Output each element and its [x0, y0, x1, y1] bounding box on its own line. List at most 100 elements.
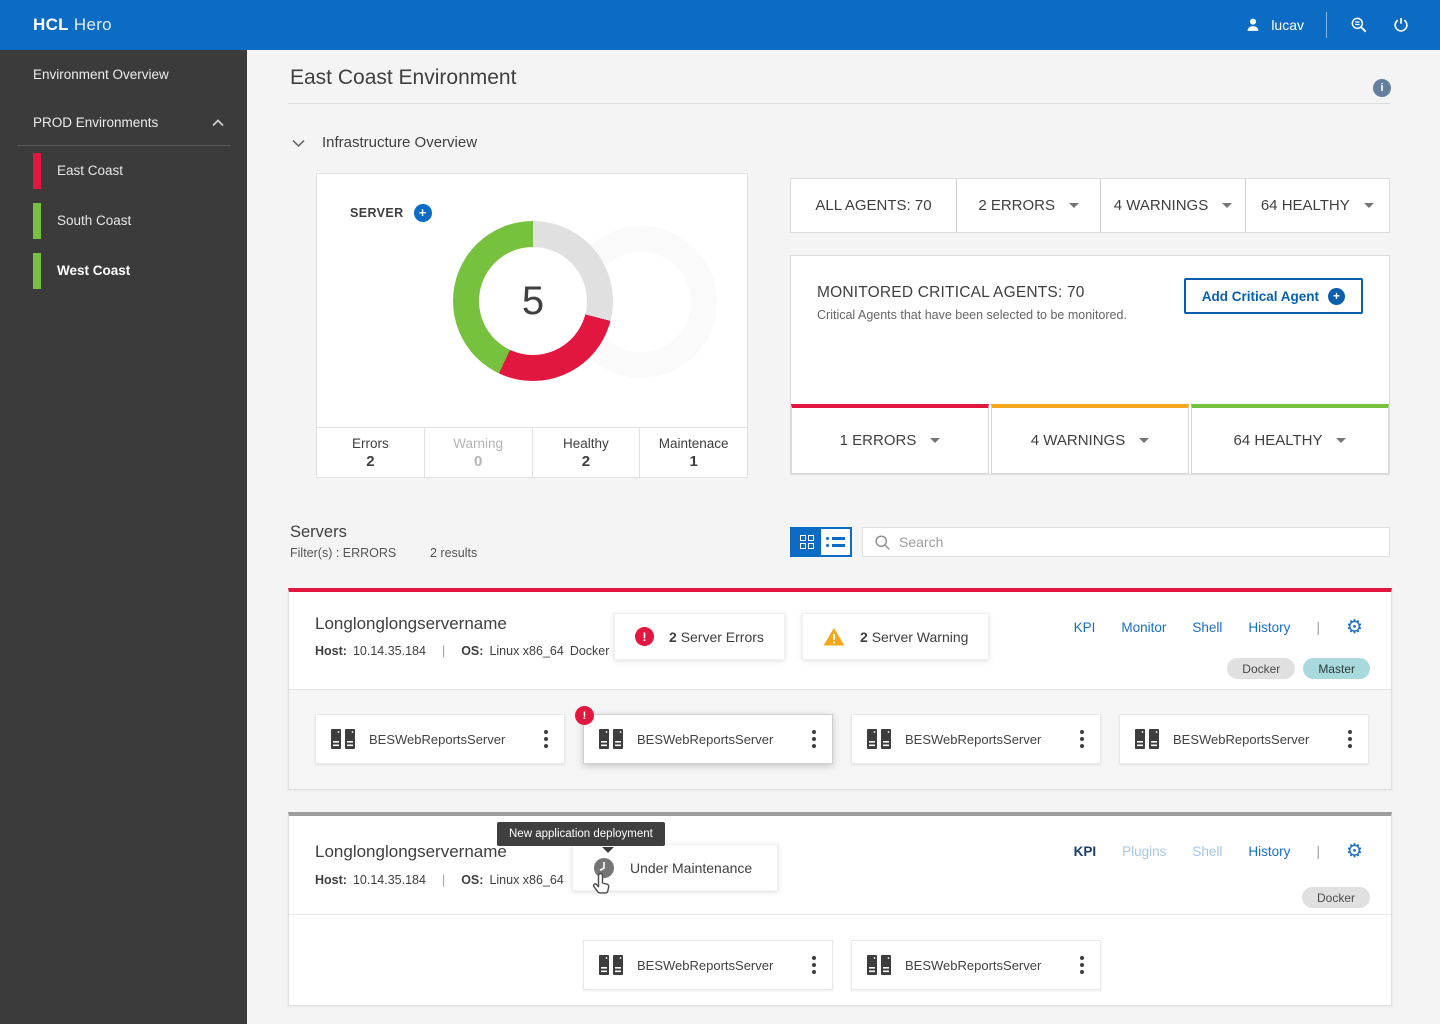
warning-triangle-icon — [823, 628, 845, 646]
agents-warnings-dropdown[interactable]: 4 WARNINGS — [1100, 179, 1244, 232]
list-view-icon — [826, 537, 845, 547]
caret-down-icon — [1069, 203, 1079, 208]
kebab-menu-icon[interactable] — [810, 726, 818, 752]
agent-tile[interactable]: BESWebReportsServer — [315, 714, 565, 764]
agent-tile[interactable]: BESWebReportsServer — [1119, 714, 1369, 764]
monitored-warnings-dropdown[interactable]: 4 WARNINGS — [991, 404, 1189, 474]
server-donut[interactable]: 5 — [453, 221, 613, 381]
sidebar-item-south-coast[interactable]: South Coast — [0, 196, 247, 246]
warning-count: 2 — [860, 628, 868, 645]
top-navbar: HCL Hero lucav — [0, 0, 1440, 50]
chip-text: 2 Server Warning — [860, 629, 968, 645]
servers-section-title: Servers — [290, 523, 347, 541]
brand-light: Hero — [73, 15, 112, 34]
legend-value: 2 — [366, 452, 375, 470]
server-errors-chip[interactable]: ! 2 Server Errors — [614, 613, 785, 660]
server-rack-icon — [599, 955, 623, 975]
sidebar-item-east-coast[interactable]: East Coast — [0, 146, 247, 196]
host-value: 10.14.35.184 — [352, 644, 426, 658]
infrastructure-overview-toggle[interactable]: Infrastructure Overview — [291, 134, 477, 151]
monitor-link[interactable]: Monitor — [1121, 620, 1166, 635]
agent-error-badge: ! — [575, 706, 594, 725]
search-log-icon[interactable] — [1349, 15, 1369, 35]
server-tags: Docker — [1301, 887, 1370, 908]
separator: | — [1316, 620, 1320, 635]
sidebar-item-label: Environment Overview — [33, 67, 169, 82]
search-icon — [875, 535, 890, 550]
legend-value: 2 — [581, 452, 591, 470]
sidebar-item-environment-overview[interactable]: Environment Overview — [0, 60, 247, 90]
kebab-menu-icon[interactable] — [1078, 952, 1086, 978]
all-agents-label: ALL AGENTS: 70 — [815, 197, 932, 214]
kpi-link[interactable]: KPI — [1074, 620, 1096, 635]
sidebar-item-west-coast[interactable]: West Coast — [0, 246, 247, 296]
server-name[interactable]: Longlonglongservername — [315, 614, 507, 634]
status-bar-west-coast — [33, 253, 41, 289]
gear-icon[interactable]: ⚙ — [1346, 842, 1363, 861]
grid-view-button[interactable] — [792, 529, 821, 555]
caret-down-icon — [1222, 203, 1233, 208]
kebab-menu-icon[interactable] — [810, 952, 818, 978]
page-title: East Coast Environment — [290, 66, 517, 89]
server-card-title: SERVER — [350, 206, 404, 220]
error-count: 2 — [669, 628, 677, 645]
search-input[interactable] — [899, 528, 1379, 556]
agent-tile[interactable]: BESWebReportsServer — [851, 714, 1101, 764]
legend-warning[interactable]: Warning 0 — [425, 428, 533, 477]
kebab-menu-icon[interactable] — [542, 726, 550, 752]
legend-healthy[interactable]: Healthy 2 — [533, 428, 641, 477]
agent-area: BESWebReportsServer BESWebReportsServer — [289, 914, 1391, 1005]
separator: | — [441, 873, 446, 887]
history-link[interactable]: History — [1248, 620, 1290, 635]
legend-errors[interactable]: Errors 2 — [317, 428, 425, 477]
kebab-menu-icon[interactable] — [1078, 726, 1086, 752]
history-link[interactable]: History — [1248, 844, 1290, 859]
monitored-errors-dropdown[interactable]: 1 ERRORS — [791, 404, 989, 474]
separator: | — [441, 644, 446, 658]
agent-tile[interactable]: BESWebReportsServer — [851, 940, 1101, 990]
chip-text: 2 Server Errors — [669, 629, 764, 645]
sidebar: Environment Overview PROD Environments E… — [0, 50, 247, 1024]
server-rack-icon — [867, 955, 891, 975]
sidebar-group-prod-environments[interactable]: PROD Environments — [0, 108, 247, 138]
host-label: Host: — [315, 644, 347, 658]
server-tags: Docker Master — [1227, 658, 1370, 679]
monitored-healthy-dropdown[interactable]: 64 HEALTHY — [1191, 404, 1389, 474]
add-critical-agent-button[interactable]: Add Critical Agent + — [1183, 278, 1363, 314]
legend-value: 0 — [473, 452, 483, 470]
add-server-icon[interactable]: + — [413, 204, 432, 222]
legend-label: Warning — [453, 435, 504, 451]
legend-maintenance[interactable]: Maintenace 1 — [640, 428, 747, 477]
master-tag: Master — [1303, 658, 1370, 679]
gear-icon[interactable]: ⚙ — [1346, 618, 1363, 637]
agents-errors-dropdown[interactable]: 2 ERRORS — [956, 179, 1100, 232]
sidebar-item-label: South Coast — [57, 213, 132, 228]
add-critical-agent-label: Add Critical Agent — [1201, 288, 1319, 304]
shell-link[interactable]: Shell — [1192, 620, 1222, 635]
power-icon[interactable] — [1391, 15, 1411, 35]
list-view-button[interactable] — [821, 529, 850, 555]
agent-name: BESWebReportsServer — [369, 731, 506, 747]
donut-legend: Errors 2 Warning 0 Healthy 2 Maintenace … — [317, 427, 747, 477]
server-warning-chip[interactable]: 2 Server Warning — [802, 613, 990, 660]
agent-tile[interactable]: BESWebReportsServer — [583, 940, 833, 990]
user-menu[interactable]: lucav — [1243, 15, 1304, 35]
legend-label: Healthy — [562, 435, 609, 451]
legend-label: Errors — [352, 435, 389, 451]
info-icon[interactable]: i — [1373, 79, 1391, 97]
servers-results-count: 2 results — [430, 546, 478, 560]
tile-label: 1 ERRORS — [839, 432, 917, 449]
caret-down-icon — [1139, 438, 1150, 443]
shell-link: Shell — [1192, 844, 1223, 859]
warning-label: Server Warning — [871, 628, 969, 645]
agent-area: BESWebReportsServer ! BESWebReportsServe… — [289, 689, 1391, 789]
main-content: East Coast Environment i Infrastructure … — [247, 50, 1440, 1024]
kpi-link[interactable]: KPI — [1074, 844, 1097, 859]
agents-healthy-dropdown[interactable]: 64 HEALTHY — [1244, 179, 1389, 232]
sidebar-item-label: West Coast — [57, 263, 131, 278]
agent-tile-error[interactable]: ! BESWebReportsServer — [575, 706, 833, 764]
kebab-menu-icon[interactable] — [1346, 726, 1354, 752]
section-label: Infrastructure Overview — [322, 134, 478, 151]
server-name[interactable]: Longlonglongservername — [315, 842, 507, 862]
host-label: Host: — [315, 873, 347, 887]
